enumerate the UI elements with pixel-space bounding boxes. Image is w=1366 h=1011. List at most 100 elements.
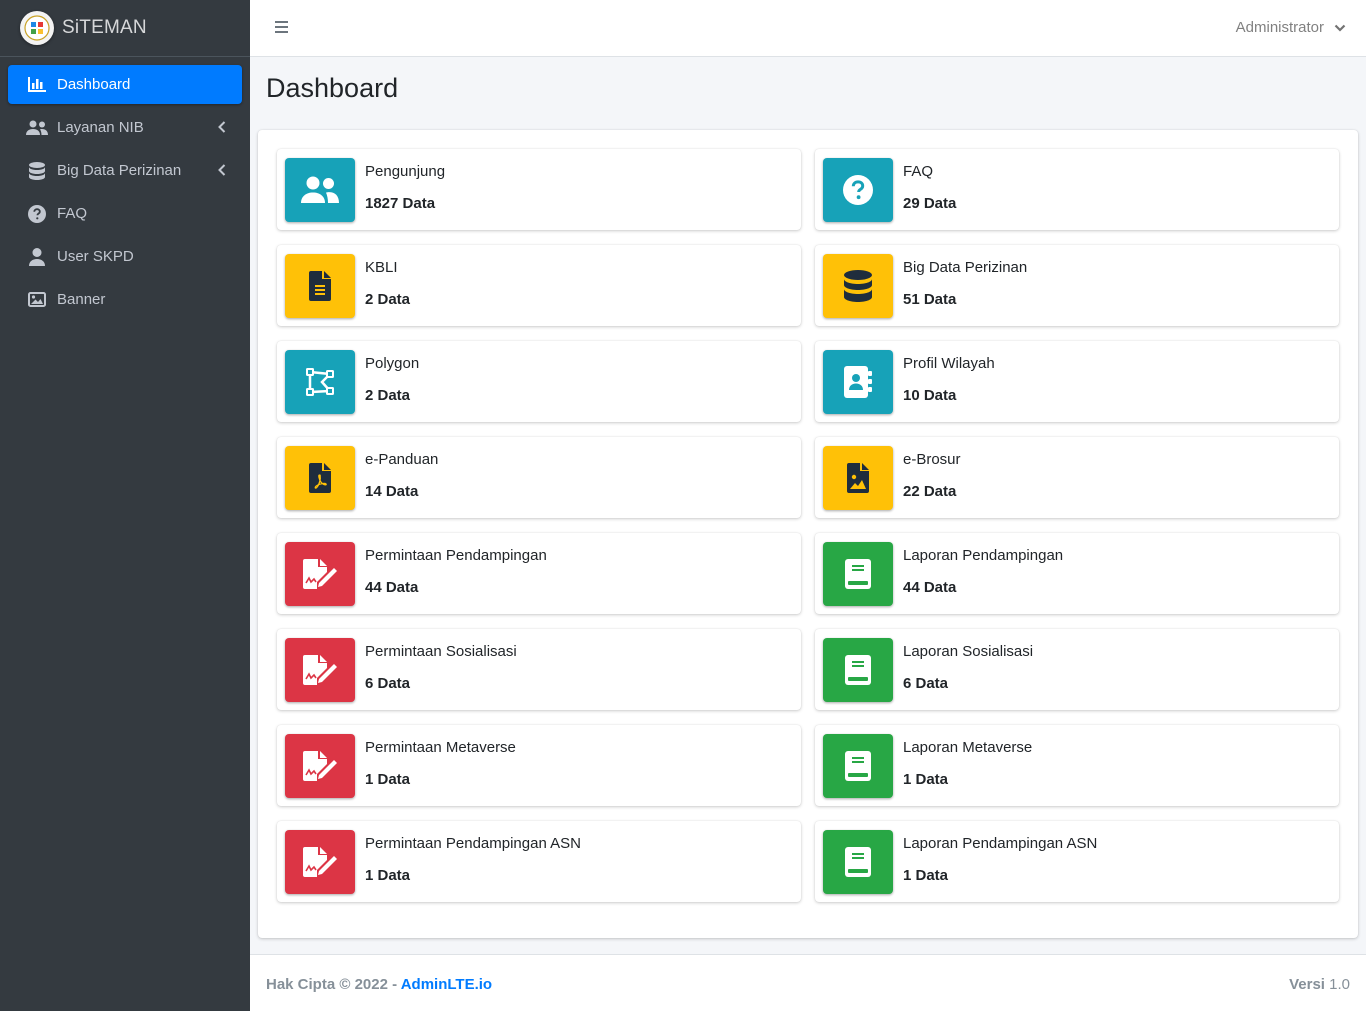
info-box-content: Laporan Pendampingan ASN 1 Data — [903, 836, 1097, 883]
info-box-label: KBLI — [365, 259, 398, 276]
info-box-label: Permintaan Pendampingan — [365, 547, 547, 564]
info-box-value: 10 Data — [903, 387, 957, 404]
sidebar-item-big-data-perizinan[interactable]: Big Data Perizinan — [8, 151, 242, 190]
book-icon — [823, 829, 893, 894]
info-box-value: 14 Data — [365, 483, 419, 500]
info-box-label: Big Data Perizinan — [903, 259, 1028, 276]
info-box-content: FAQ 29 Data — [903, 164, 957, 212]
info-box-label: Permintaan Pendampingan ASN — [365, 835, 581, 852]
info-box-value: 51 Data — [903, 291, 957, 308]
file-signature-icon — [285, 829, 355, 894]
footer: Hak Cipta © 2022 - AdminLTE.io Versi 1.0 — [250, 954, 1366, 1011]
user-dropdown[interactable]: Administrator — [1236, 19, 1346, 36]
sidebar: SiTEMAN Dashboard Layanan NIB Big Data P… — [0, 0, 250, 1011]
info-box-laporan-pendampingan[interactable]: Laporan Pendampingan 44 Data — [815, 533, 1339, 614]
hamburger-menu-icon[interactable] — [274, 20, 290, 36]
info-box-content: Laporan Metaverse 1 Data — [903, 740, 1032, 788]
info-box-value: 29 Data — [903, 195, 957, 212]
file-pdf-icon — [285, 445, 355, 510]
info-box-value: 1 Data — [365, 867, 411, 884]
info-box-permintaan-pendampingan-asn[interactable]: Permintaan Pendampingan ASN 1 Data — [277, 821, 801, 902]
question-circle-icon — [823, 157, 893, 222]
version-number: 1.0 — [1324, 976, 1350, 993]
info-box-label: Laporan Pendampingan ASN — [903, 835, 1098, 852]
file-signature-icon — [285, 637, 355, 702]
image-icon — [26, 290, 48, 310]
info-box-laporan-pendampingan-asn[interactable]: Laporan Pendampingan ASN 1 Data — [815, 821, 1339, 902]
info-box-content: Laporan Sosialisasi 6 Data — [903, 644, 1033, 691]
dashboard-card: Pengunjung 1827 Data FAQ 29 Data KBLI 2 … — [258, 130, 1358, 938]
sidebar-item-label: User SKPD — [57, 248, 134, 265]
book-icon — [823, 637, 893, 702]
info-box-value: 2 Data — [365, 387, 411, 404]
info-box-laporan-metaverse[interactable]: Laporan Metaverse 1 Data — [815, 725, 1339, 806]
chevron-left-icon — [218, 163, 226, 180]
sidebar-item-banner[interactable]: Banner — [8, 280, 242, 319]
file-alt-icon — [285, 253, 355, 318]
info-box-content: e-Panduan 14 Data — [365, 452, 438, 500]
users-icon — [26, 118, 48, 138]
info-box-content: Permintaan Pendampingan ASN 1 Data — [365, 836, 581, 884]
sidebar-item-label: Banner — [57, 291, 106, 308]
adminlte-link[interactable]: AdminLTE.io — [401, 976, 492, 993]
info-box-profil-wilayah[interactable]: Profil Wilayah 10 Data — [815, 341, 1339, 422]
info-box-kbli[interactable]: KBLI 2 Data — [277, 245, 801, 326]
file-signature-icon — [285, 541, 355, 606]
sidebar-item-label: Big Data Perizinan — [57, 162, 182, 179]
info-box-polygon[interactable]: Polygon 2 Data — [277, 341, 801, 422]
info-box-value: 1827 Data — [365, 195, 436, 212]
question-circle-icon — [26, 204, 48, 224]
info-box-permintaan-pendampingan[interactable]: Permintaan Pendampingan 44 Data — [277, 533, 801, 614]
sidebar-item-user-skpd[interactable]: User SKPD — [8, 237, 242, 276]
chart-bar-icon — [26, 75, 48, 95]
stats-grid: Pengunjung 1827 Data FAQ 29 Data KBLI 2 … — [277, 149, 1339, 902]
brand-link[interactable]: SiTEMAN — [0, 0, 250, 57]
info-box-faq[interactable]: FAQ 29 Data — [815, 149, 1339, 230]
sidebar-item-faq[interactable]: FAQ — [8, 194, 242, 233]
sidebar-nav: Dashboard Layanan NIB Big Data Perizinan — [0, 57, 250, 319]
chevron-left-icon — [218, 120, 226, 137]
info-box-pengunjung[interactable]: Pengunjung 1827 Data — [277, 149, 801, 230]
info-box-label: e-Panduan — [365, 451, 439, 468]
brand-logo — [20, 11, 54, 45]
page-title: Dashboard — [266, 73, 399, 103]
info-box-value: 44 Data — [903, 579, 957, 596]
info-box-value: 22 Data — [903, 483, 957, 500]
info-box-content: KBLI 2 Data — [365, 260, 411, 308]
info-box-content: Polygon 2 Data — [365, 356, 419, 404]
info-box-label: Pengunjung — [365, 163, 446, 180]
info-box-content: Profil Wilayah 10 Data — [903, 356, 995, 404]
version-label: Versi — [1289, 976, 1325, 993]
info-box-permintaan-sosialisasi[interactable]: Permintaan Sosialisasi 6 Data — [277, 629, 801, 710]
info-box-label: Profil Wilayah — [903, 355, 995, 372]
info-box-e-panduan[interactable]: e-Panduan 14 Data — [277, 437, 801, 518]
sidebar-item-label: Layanan NIB — [57, 119, 144, 136]
info-box-value: 44 Data — [365, 579, 419, 596]
info-box-value: 6 Data — [365, 675, 411, 692]
database-icon — [823, 253, 893, 318]
sidebar-item-dashboard[interactable]: Dashboard — [8, 65, 242, 104]
top-navbar: Administrator — [250, 0, 1366, 57]
info-box-label: Polygon — [365, 355, 420, 372]
info-box-value: 1 Data — [903, 771, 949, 788]
footer-copyright: Hak Cipta © 2022 - AdminLTE.io — [266, 976, 492, 993]
draw-polygon-icon — [285, 349, 355, 414]
info-box-label: Permintaan Sosialisasi — [365, 643, 517, 660]
info-box-label: Permintaan Metaverse — [365, 739, 516, 756]
info-box-content: Pengunjung 1827 Data — [365, 164, 445, 212]
info-box-laporan-sosialisasi[interactable]: Laporan Sosialisasi 6 Data — [815, 629, 1339, 710]
info-box-permintaan-metaverse[interactable]: Permintaan Metaverse 1 Data — [277, 725, 801, 806]
info-box-value: 2 Data — [365, 291, 411, 308]
database-icon — [26, 161, 48, 181]
users-icon — [285, 157, 355, 222]
info-box-label: Laporan Metaverse — [903, 739, 1033, 756]
sidebar-item-layanan-nib[interactable]: Layanan NIB — [8, 108, 242, 147]
info-box-e-brosur[interactable]: e-Brosur 22 Data — [815, 437, 1339, 518]
book-icon — [823, 541, 893, 606]
info-box-big-data-perizinan[interactable]: Big Data Perizinan 51 Data — [815, 245, 1339, 326]
info-box-content: Laporan Pendampingan 44 Data — [903, 548, 1063, 596]
copyright-text: Hak Cipta © 2022 - — [266, 976, 401, 993]
footer-version: Versi 1.0 — [1289, 976, 1350, 993]
info-box-content: Big Data Perizinan 51 Data — [903, 260, 1027, 308]
info-box-label: e-Brosur — [903, 451, 961, 468]
